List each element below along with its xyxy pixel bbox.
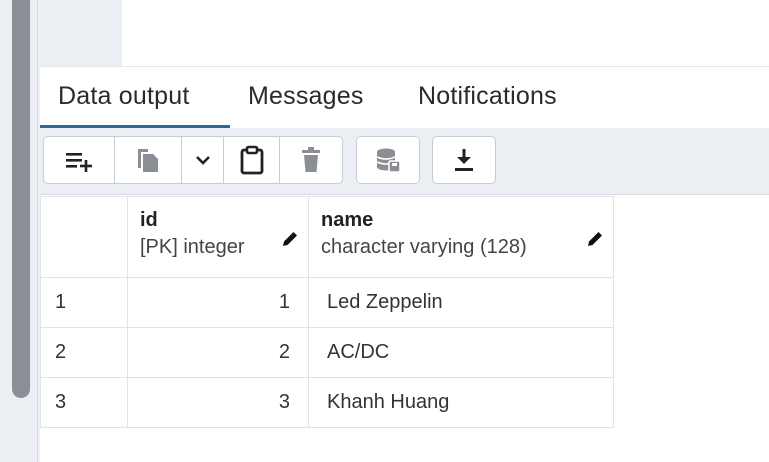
delete-button[interactable]	[280, 137, 342, 183]
left-gutter	[0, 0, 40, 462]
cell-name[interactable]: AC/DC	[308, 327, 614, 378]
copy-button[interactable]	[115, 137, 181, 183]
paste-button[interactable]	[224, 137, 279, 183]
cell-id[interactable]: 1	[127, 277, 309, 328]
row-number[interactable]: 2	[40, 327, 128, 378]
gutter-divider	[37, 0, 38, 462]
table-row[interactable]: 3 3 Khanh Huang	[40, 377, 614, 428]
tab-messages[interactable]: Messages	[248, 82, 364, 111]
download-button[interactable]	[432, 136, 496, 184]
cell-name[interactable]: Khanh Huang	[308, 377, 614, 428]
column-header-id[interactable]: id [PK] integer	[127, 196, 309, 278]
table-row[interactable]: 1 1 Led Zeppelin	[40, 277, 614, 328]
column-header-name[interactable]: name character varying (128)	[308, 196, 614, 278]
column-name: name	[321, 209, 374, 231]
download-icon	[455, 149, 473, 171]
result-tabs: Data output Messages Notifications	[40, 66, 769, 129]
cell-id[interactable]: 3	[127, 377, 309, 428]
add-row-button[interactable]	[44, 137, 114, 183]
save-data-icon	[376, 148, 401, 173]
column-type: character varying (128)	[321, 236, 527, 258]
row-number[interactable]: 1	[40, 277, 128, 328]
data-grid: id [PK] integer name character varying (…	[40, 196, 614, 428]
cell-name[interactable]: Led Zeppelin	[308, 277, 614, 328]
copy-options-dropdown[interactable]	[182, 137, 223, 183]
column-name: id	[140, 209, 158, 231]
data-toolbar	[40, 128, 769, 195]
pencil-icon[interactable]	[585, 229, 605, 249]
query-editor-gutter	[40, 0, 122, 66]
copy-icon	[138, 149, 158, 172]
delete-icon	[302, 147, 320, 172]
vertical-scrollbar[interactable]	[12, 0, 30, 398]
tab-notifications[interactable]: Notifications	[418, 82, 557, 111]
pencil-icon[interactable]	[280, 229, 300, 249]
cell-id[interactable]: 2	[127, 327, 309, 378]
row-number-header[interactable]	[40, 196, 128, 278]
row-number[interactable]: 3	[40, 377, 128, 428]
add-row-icon	[66, 153, 92, 172]
paste-icon	[240, 145, 263, 175]
query-editor-area	[40, 0, 769, 66]
chevron-down-icon	[195, 156, 210, 165]
edit-button-group	[43, 136, 343, 184]
grid-header-row: id [PK] integer name character varying (…	[40, 196, 614, 278]
tab-data-output[interactable]: Data output	[58, 82, 189, 111]
save-data-button[interactable]	[356, 136, 420, 184]
table-row[interactable]: 2 2 AC/DC	[40, 327, 614, 378]
